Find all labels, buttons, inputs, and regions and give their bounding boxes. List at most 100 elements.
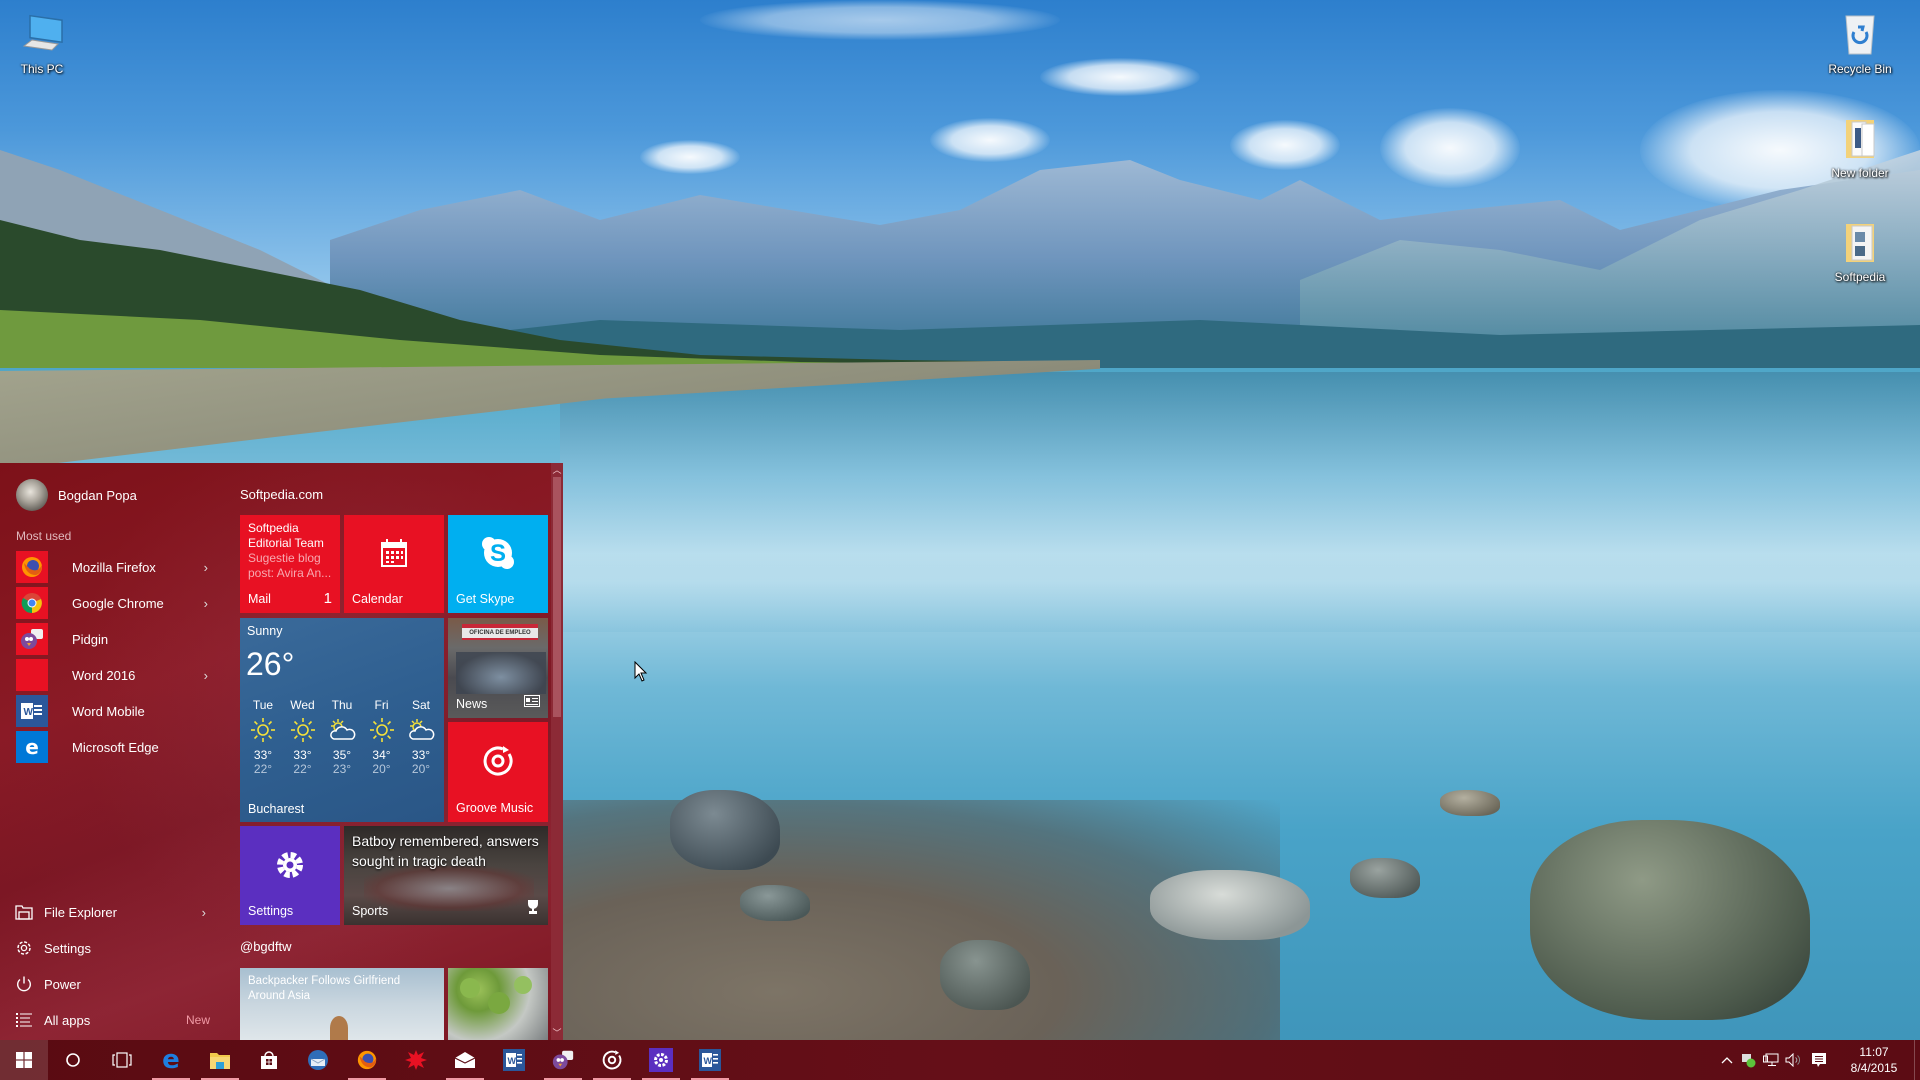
network-status-icon[interactable] xyxy=(1738,1040,1760,1080)
file-explorer-button[interactable]: File Explorer › xyxy=(14,894,214,930)
tile-mail[interactable]: Softpedia Editorial Team Sugestie blog p… xyxy=(240,515,340,613)
cortana-button[interactable] xyxy=(49,1040,97,1080)
taskbar-word[interactable]: W xyxy=(686,1040,734,1080)
tile-get-skype[interactable]: S Get Skype xyxy=(448,515,548,613)
tile-label: Sports xyxy=(352,904,389,918)
tiles-scrollbar[interactable]: ︿ ﹀ xyxy=(551,463,563,1040)
forecast-day: Sat 33° 20° xyxy=(402,698,440,776)
tile-news[interactable]: OFICINA DE EMPLEO News xyxy=(448,618,548,718)
taskbar-thunderbird[interactable] xyxy=(294,1040,342,1080)
mail-icon xyxy=(454,1051,476,1069)
power-button[interactable]: Power xyxy=(14,966,214,1002)
desktop-icon-new-folder[interactable]: New folder xyxy=(1818,114,1902,180)
start-button[interactable] xyxy=(0,1040,48,1080)
app-item-firefox[interactable]: Mozilla Firefox › xyxy=(16,549,216,585)
scroll-up-arrow-icon[interactable]: ︿ xyxy=(551,464,563,476)
all-apps-button[interactable]: All apps New xyxy=(14,1002,214,1038)
taskbar-pidgin[interactable] xyxy=(539,1040,587,1080)
show-desktop-button[interactable] xyxy=(1914,1040,1920,1080)
tiles-pane: Softpedia.com Softpedia Editorial Team S… xyxy=(240,463,550,1040)
app-item-pidgin[interactable]: Pidgin xyxy=(16,621,216,657)
sunny-icon xyxy=(284,714,322,746)
taskbar-settings[interactable] xyxy=(637,1040,685,1080)
pidgin-icon xyxy=(16,623,48,655)
chevron-right-icon[interactable]: › xyxy=(204,596,208,611)
taskbar-mail[interactable] xyxy=(441,1040,489,1080)
rock xyxy=(670,790,780,870)
brussels-sprout xyxy=(514,976,532,994)
tile-groove-music[interactable]: Groove Music xyxy=(448,722,548,822)
taskbar-groove[interactable] xyxy=(588,1040,636,1080)
forecast-low: 22° xyxy=(293,762,312,776)
firefox-icon xyxy=(16,551,48,583)
forecast-day: Tue 33° 22° xyxy=(244,698,282,776)
rock xyxy=(1150,870,1310,940)
taskbar-file-explorer[interactable] xyxy=(196,1040,244,1080)
gear-icon xyxy=(649,1048,673,1072)
firefox-icon xyxy=(356,1049,378,1071)
sports-image xyxy=(364,866,534,911)
tile-weather[interactable]: Sunny 26° Tue 33° 22° Wed 33° 22° Thu 35° 23° Fri… xyxy=(240,618,444,822)
tile-settings[interactable]: Settings xyxy=(240,826,340,925)
cloud xyxy=(700,0,1060,40)
network-icon[interactable] xyxy=(1760,1040,1782,1080)
forecast-day-name: Tue xyxy=(252,698,274,712)
tile-sports[interactable]: Batboy remembered, answers sought in tra… xyxy=(344,826,548,925)
taskbar: e W W 11:07 8/4/2015 xyxy=(0,1040,1920,1080)
sports-headline: Batboy remembered, answers sought in tra… xyxy=(352,833,539,869)
taskbar-red-app[interactable] xyxy=(392,1040,440,1080)
show-hidden-icons-chevron[interactable] xyxy=(1716,1040,1738,1080)
tile-calendar[interactable]: Calendar xyxy=(344,515,444,613)
taskbar-edge[interactable]: e xyxy=(147,1040,195,1080)
app-item-chrome[interactable]: Google Chrome › xyxy=(16,585,216,621)
desktop-icon-label: Softpedia xyxy=(1834,270,1886,284)
volume-icon[interactable] xyxy=(1782,1040,1804,1080)
large-rock xyxy=(1530,820,1810,1020)
tile-backpacker-story[interactable]: Backpacker Follows Girlfriend Around Asi… xyxy=(240,968,444,1040)
desktop-icon-this-pc[interactable]: This PC xyxy=(0,10,84,76)
user-account-button[interactable]: Bogdan Popa xyxy=(16,479,137,511)
start-menu: Bogdan Popa Most used Mozilla Firefox › … xyxy=(0,463,563,1040)
tile-label: Settings xyxy=(248,904,294,918)
all-apps-icon xyxy=(14,1010,34,1030)
mountain-reflection xyxy=(560,372,1920,632)
scrollbar-thumb[interactable] xyxy=(553,477,561,717)
app-label: Mozilla Firefox xyxy=(72,559,156,575)
taskbar-firefox[interactable] xyxy=(343,1040,391,1080)
news-image-sign: OFICINA DE EMPLEO xyxy=(462,628,538,638)
tile-food-photo[interactable] xyxy=(448,968,548,1040)
clock[interactable]: 11:07 8/4/2015 xyxy=(1834,1044,1914,1076)
scroll-down-arrow-icon[interactable]: ﹀ xyxy=(551,1027,563,1039)
taskbar-word-mobile[interactable]: W xyxy=(490,1040,538,1080)
forecast-high: 33° xyxy=(293,748,312,762)
start-bottom-list: File Explorer › Settings Power All apps xyxy=(14,894,214,1038)
task-view-button[interactable] xyxy=(98,1040,146,1080)
power-icon xyxy=(14,974,34,994)
rock xyxy=(1350,858,1420,898)
taskbar-store[interactable] xyxy=(245,1040,293,1080)
desktop-icon-recycle-bin[interactable]: Recycle Bin xyxy=(1818,10,1902,76)
edge-icon: e xyxy=(162,1045,180,1075)
svg-text:S: S xyxy=(490,540,506,567)
forecast-day: Wed 33° 22° xyxy=(284,698,322,776)
groove-music-icon xyxy=(448,722,548,800)
tile-label: Groove Music xyxy=(456,801,534,815)
forecast-high: 35° xyxy=(332,748,352,762)
tile-label: Get Skype xyxy=(456,592,515,606)
chevron-right-icon[interactable]: › xyxy=(204,560,208,575)
settings-button[interactable]: Settings xyxy=(14,930,214,966)
chevron-right-icon[interactable]: › xyxy=(204,668,208,683)
svg-text:W: W xyxy=(24,707,34,718)
forecast-high: 34° xyxy=(372,748,391,762)
app-item-edge[interactable]: e Microsoft Edge xyxy=(16,729,216,765)
tile-group-title[interactable]: Softpedia.com xyxy=(240,487,323,502)
windows-logo-icon xyxy=(16,1052,32,1068)
app-item-word-mobile[interactable]: W Word Mobile xyxy=(16,693,216,729)
chevron-right-icon[interactable]: › xyxy=(202,905,206,920)
file-explorer-icon xyxy=(209,1050,231,1070)
action-center-icon[interactable] xyxy=(1804,1040,1834,1080)
app-item-word-2016[interactable]: Word 2016 › xyxy=(16,657,216,693)
desktop-icon-softpedia[interactable]: Softpedia xyxy=(1818,218,1902,284)
tile-group-title[interactable]: @bgdftw xyxy=(240,939,292,954)
folder-icon xyxy=(1836,218,1884,266)
